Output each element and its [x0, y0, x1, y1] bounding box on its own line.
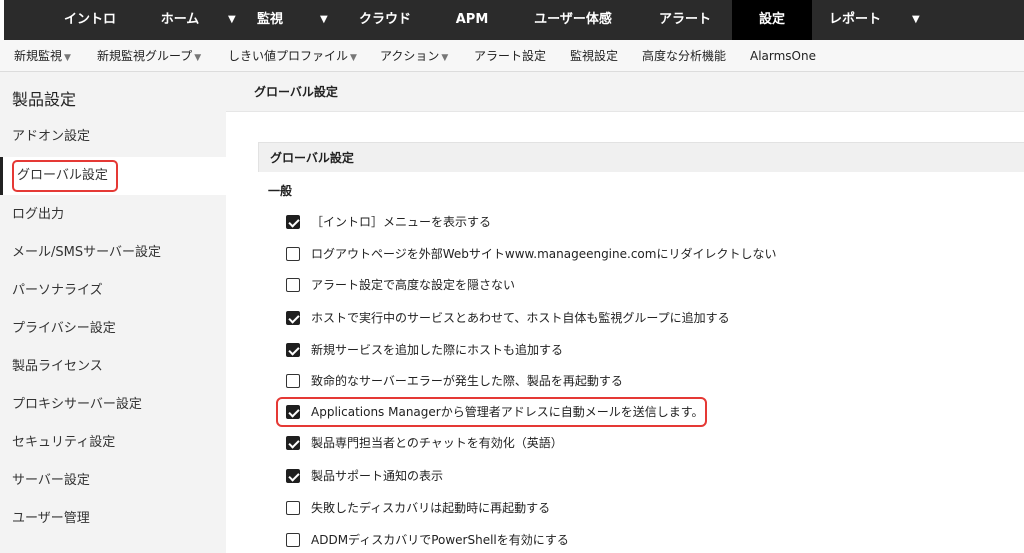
- option-label: ログアウトページを外部Webサイトwww.manageengine.comにリダ…: [311, 247, 777, 261]
- nav-reports-chevron-down-icon[interactable]: ▼: [912, 0, 920, 40]
- section-label-general: 一般: [268, 184, 293, 198]
- subnav-alarmsone[interactable]: AlarmsOne: [750, 40, 816, 72]
- option-label: ［イントロ］メニューを表示する: [311, 215, 492, 229]
- page-title: グローバル設定: [254, 85, 338, 99]
- subnav-new-monitor-group[interactable]: 新規監視グループ ▼: [97, 40, 201, 72]
- option-label: 製品専門担当者とのチャットを有効化（英語）: [311, 436, 563, 450]
- subnav-advanced-analytics[interactable]: 高度な分析機能: [642, 40, 726, 72]
- top-navigation-bar: イントロ ホーム ▼ 監視 ▼ クラウド APM ユーザー体感 アラート 設定 …: [0, 0, 1024, 40]
- nav-tab-reports[interactable]: レポート: [820, 0, 890, 40]
- sidebar-item-global-settings-label: グローバル設定: [12, 160, 118, 192]
- sidebar-item-logging[interactable]: ログ出力: [0, 196, 226, 234]
- sidebar-item-addon-settings[interactable]: アドオン設定: [0, 118, 226, 156]
- nav-tab-home[interactable]: ホーム: [150, 0, 210, 40]
- option-label: 製品サポート通知の表示: [311, 469, 444, 483]
- sidebar-item-security[interactable]: セキュリティ設定: [0, 424, 226, 462]
- checkbox[interactable]: [286, 374, 300, 388]
- option-label: ADDMディスカバリでPowerShellを有効にする: [311, 533, 569, 547]
- nav-monitor-chevron-down-icon[interactable]: ▼: [320, 0, 328, 40]
- checkbox[interactable]: [286, 436, 300, 450]
- nav-tab-cloud[interactable]: クラウド: [355, 0, 415, 40]
- option-label: アラート設定で高度な設定を隠さない: [311, 278, 516, 292]
- subnav-actions-dropdown-icon: ▼: [441, 53, 449, 63]
- sidebar-item-mail-sms-server[interactable]: メール/SMSサーバー設定: [0, 234, 226, 272]
- sidebar-item-global-settings[interactable]: グローバル設定: [0, 157, 226, 195]
- checkbox[interactable]: [286, 247, 300, 261]
- checkbox[interactable]: [286, 469, 300, 483]
- option-label: 致命的なサーバーエラーが発生した際、製品を再起動する: [311, 374, 623, 388]
- option-label: 失敗したディスカバリは起動時に再起動する: [311, 501, 551, 515]
- nav-tab-user-experience[interactable]: ユーザー体感: [528, 0, 618, 40]
- sidebar-title: 製品設定: [12, 90, 77, 109]
- checkbox[interactable]: [286, 501, 300, 515]
- sidebar-item-personalize[interactable]: パーソナライズ: [0, 272, 226, 310]
- subnav-new-monitor-dropdown-icon: ▼: [64, 53, 71, 63]
- subnav-monitor-settings[interactable]: 監視設定: [570, 40, 618, 72]
- nav-home-chevron-down-icon[interactable]: ▼: [228, 0, 236, 40]
- subnav-alert-settings[interactable]: アラート設定: [474, 40, 546, 72]
- checkbox[interactable]: [286, 215, 300, 229]
- sidebar-item-user-management[interactable]: ユーザー管理: [0, 500, 226, 538]
- panel-title-bar: グローバル設定: [258, 142, 1024, 172]
- nav-tab-intro[interactable]: イントロ: [60, 0, 120, 40]
- option-label: ホストで実行中のサービスとあわせて、ホスト自体も監視グループに追加する: [311, 311, 730, 325]
- nav-tab-alerts[interactable]: アラート: [650, 0, 720, 40]
- option-label: 新規サービスを追加した際にホストも追加する: [311, 343, 564, 357]
- nav-tab-monitor[interactable]: 監視: [250, 0, 290, 40]
- subnav-threshold-profile-label: しきい値プロファイル: [228, 49, 349, 63]
- subnav-threshold-profile[interactable]: しきい値プロファイル ▼: [228, 40, 357, 72]
- subnav-new-monitor[interactable]: 新規監視 ▼: [14, 40, 71, 72]
- sidebar-item-proxy-server[interactable]: プロキシサーバー設定: [0, 386, 226, 424]
- subnav-actions-label: アクション: [380, 49, 440, 63]
- subnav-threshold-profile-dropdown-icon: ▼: [350, 53, 357, 63]
- sub-navigation-bar: 新規監視 ▼ 新規監視グループ ▼ しきい値プロファイル ▼ アクション ▼ アラート設…: [0, 40, 1024, 72]
- checkbox[interactable]: [286, 343, 300, 357]
- checkbox[interactable]: [286, 533, 300, 547]
- settings-sidebar: 製品設定 アドオン設定 グローバル設定 ログ出力 メール/SMSサーバー設定 パ…: [0, 72, 226, 553]
- nav-tab-apm[interactable]: APM: [452, 0, 492, 40]
- checkbox[interactable]: [286, 278, 300, 292]
- subnav-new-monitor-group-dropdown-icon: ▼: [194, 53, 202, 63]
- checkbox[interactable]: [286, 405, 300, 419]
- sidebar-item-server-settings[interactable]: サーバー設定: [0, 462, 226, 500]
- checkbox[interactable]: [286, 311, 300, 325]
- content-header: グローバル設定: [226, 72, 1024, 112]
- sidebar-item-license[interactable]: 製品ライセンス: [0, 348, 226, 386]
- panel-title: グローバル設定: [270, 151, 354, 165]
- option-label: Applications Managerから管理者アドレスに自動メールを送信しま…: [311, 405, 704, 419]
- sidebar-item-privacy[interactable]: プライバシー設定: [0, 310, 226, 348]
- subnav-new-monitor-label: 新規監視: [14, 49, 63, 63]
- subnav-actions[interactable]: アクション ▼: [380, 40, 448, 72]
- subnav-new-monitor-group-label: 新規監視グループ: [97, 49, 193, 63]
- nav-tab-settings[interactable]: 設定: [732, 0, 812, 40]
